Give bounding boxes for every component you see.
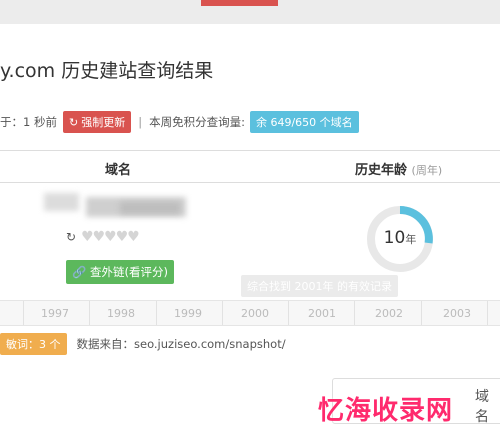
timeline-year[interactable]: 2002: [375, 307, 403, 320]
data-source-text: 数据来自：seo.juziseo.com/snapshot/: [76, 337, 286, 351]
quota-badge: 余 649/650 个域名: [249, 111, 359, 133]
timeline-tick: [421, 301, 422, 325]
age-unit: 年: [405, 233, 417, 246]
site-watermark: 忆海收录网: [318, 396, 454, 426]
timeline-tick: [23, 301, 24, 325]
rating-hearts: ↻ ♥♥♥♥♥: [66, 229, 140, 245]
timeline-tick: [487, 301, 488, 325]
divider: |: [138, 115, 143, 129]
force-update-button[interactable]: ↻ 强制更新: [62, 111, 132, 133]
link-icon: 🔗: [72, 265, 87, 279]
record-tooltip: 综合找到 2001年 的有效记录: [241, 275, 398, 297]
timeline-year[interactable]: 1998: [107, 307, 135, 320]
table-top-rule: [0, 150, 500, 151]
page-title: y.com 历史建站查询结果: [0, 60, 214, 82]
age-number: 10: [383, 228, 406, 248]
timeline-year[interactable]: 2001: [308, 307, 336, 320]
last-query-time: 于：1 秒前: [0, 115, 57, 129]
table-header-rule: [0, 182, 500, 183]
column-header-age-label: 历史年龄: [355, 163, 408, 178]
blurred-domain-part: [44, 193, 79, 211]
year-timeline[interactable]: 1997 1998 1999 2000 2001 2002 2003: [0, 300, 500, 326]
column-header-domain: 域名: [105, 163, 132, 178]
timeline-tick: [89, 301, 90, 325]
top-accent-bar: [201, 0, 278, 6]
timeline-tick: [222, 301, 223, 325]
column-header-age-unit: (周年): [411, 164, 443, 177]
timeline-year[interactable]: 1999: [174, 307, 202, 320]
timeline-tick: [288, 301, 289, 325]
age-value: 10年: [366, 228, 434, 248]
quota-label: 本周免积分查询量:: [149, 115, 245, 129]
refresh-icon: ↻: [68, 115, 79, 129]
check-outbound-links-label: 查外链(看评分): [89, 265, 168, 279]
sensitive-words-badge: 敏词：3 个: [0, 333, 67, 355]
check-outbound-links-button[interactable]: 🔗 查外链(看评分): [66, 260, 174, 284]
timeline-year[interactable]: 1997: [41, 307, 69, 320]
bottom-info-row: 敏词：3 个 数据来自：seo.juziseo.com/snapshot/: [0, 333, 286, 355]
info-bar: 于：1 秒前 ↻ 强制更新 | 本周免积分查询量: 余 649/650 个域名: [0, 110, 500, 134]
timeline-tick: [156, 301, 157, 325]
timeline-year[interactable]: 2000: [241, 307, 269, 320]
heart-icons: ♥♥♥♥♥: [81, 229, 140, 245]
timeline-tick: [354, 301, 355, 325]
reload-icon[interactable]: ↻: [66, 230, 76, 244]
floating-panel-text: 域名: [475, 389, 489, 425]
column-header-age: 历史年龄 (周年): [355, 159, 442, 178]
force-update-label: 强制更新: [81, 116, 126, 129]
timeline-year[interactable]: 2003: [443, 307, 471, 320]
blurred-domain-part: [120, 202, 180, 214]
